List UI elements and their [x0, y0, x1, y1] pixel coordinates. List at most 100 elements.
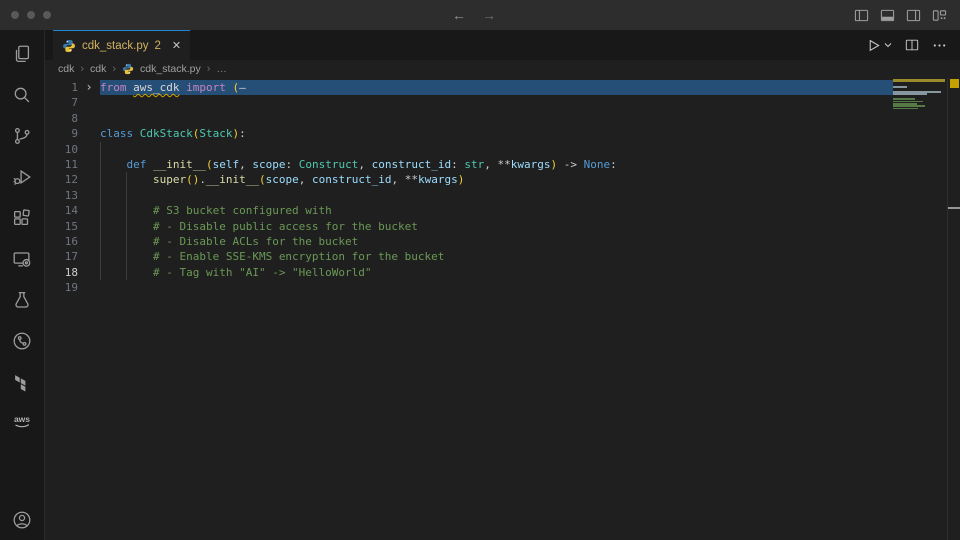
code-line-row: 16 # - Disable ACLs for the bucket — [45, 234, 893, 249]
code-line-row: 15 # - Disable public access for the buc… — [45, 219, 893, 234]
breadcrumb-item[interactable]: cdk_stack.py — [140, 63, 201, 75]
indent-guide — [126, 265, 127, 280]
minimap[interactable] — [893, 79, 947, 540]
code-line[interactable]: # - Disable ACLs for the bucket — [100, 234, 893, 249]
code-line[interactable] — [100, 111, 893, 126]
code-line[interactable] — [100, 188, 893, 203]
line-number: 1 — [45, 80, 78, 95]
fold-gutter — [78, 95, 100, 110]
git-graph-circle-icon[interactable] — [0, 320, 44, 361]
code-line[interactable]: # - Tag with "AI" -> "HelloWorld" — [100, 265, 893, 280]
fold-gutter — [78, 126, 100, 141]
tab-close-icon[interactable]: ✕ — [172, 39, 181, 52]
code-token: scope — [266, 173, 299, 186]
extensions-icon[interactable] — [0, 197, 44, 238]
minimap-line — [893, 93, 927, 95]
overview-ruler — [948, 78, 960, 540]
tab-label: cdk_stack.py — [82, 40, 148, 52]
code-line-row: 19 — [45, 280, 893, 295]
toggle-primary-sidebar-icon[interactable] — [854, 8, 869, 23]
aws-icon[interactable]: aws — [0, 402, 44, 443]
indent-guide — [100, 157, 101, 172]
history-navigation: ← → — [452, 0, 496, 30]
code-line[interactable]: from aws_cdk import (– — [100, 80, 893, 95]
title-bar: ← → — [0, 0, 960, 30]
line-number: 17 — [45, 249, 78, 264]
code-token: , — [484, 158, 497, 171]
fold-gutter — [78, 111, 100, 126]
code-token: ** — [497, 158, 510, 171]
run-python-file-button[interactable] — [866, 38, 892, 53]
fold-gutter — [78, 157, 100, 172]
breadcrumb-item[interactable]: cdk — [58, 63, 74, 75]
code-token: self — [213, 158, 240, 171]
line-number: 10 — [45, 142, 78, 157]
python-icon — [122, 63, 134, 76]
fold-gutter — [78, 280, 100, 295]
run-and-debug-icon[interactable] — [0, 156, 44, 197]
code-line[interactable] — [100, 95, 893, 110]
close-window-button[interactable] — [11, 11, 19, 19]
toggle-panel-icon[interactable] — [880, 8, 895, 23]
minimap-line — [893, 86, 907, 88]
more-actions-icon[interactable] — [932, 38, 947, 53]
activity-bar: aws — [0, 30, 45, 540]
line-number: 14 — [45, 203, 78, 218]
testing-beaker-icon[interactable] — [0, 279, 44, 320]
toggle-secondary-sidebar-icon[interactable] — [906, 8, 921, 23]
code-line[interactable]: def __init__(self, scope: Construct, con… — [100, 157, 893, 172]
zoom-window-button[interactable] — [43, 11, 51, 19]
warning-marker — [950, 79, 959, 88]
customize-layout-icon[interactable] — [932, 8, 947, 23]
code-line[interactable]: # - Disable public access for the bucket — [100, 219, 893, 234]
line-number: 18 — [45, 265, 78, 280]
code-line-row: 8 — [45, 111, 893, 126]
indent-guide — [100, 219, 101, 234]
code-line[interactable]: # - Enable SSE-KMS encryption for the bu… — [100, 249, 893, 264]
fold-gutter — [78, 203, 100, 218]
code-token: . — [199, 173, 206, 186]
indent-guide — [126, 172, 127, 187]
breadcrumb-item[interactable]: cdk — [90, 63, 106, 75]
code-token: CdkStack — [140, 127, 193, 140]
go-forward-button[interactable]: → — [482, 8, 496, 22]
remote-explorer-icon[interactable] — [0, 238, 44, 279]
minimize-window-button[interactable] — [27, 11, 35, 19]
code-line[interactable]: super().__init__(scope, construct_id, **… — [100, 172, 893, 187]
indent-guide — [100, 172, 101, 187]
code-token: # - Tag with "AI" -> "HelloWorld" — [153, 266, 372, 279]
indent-guide — [126, 234, 127, 249]
svg-text:aws: aws — [14, 414, 30, 424]
fold-chevron-icon[interactable]: › — [78, 80, 100, 95]
source-control-icon[interactable] — [0, 115, 44, 156]
split-editor-icon[interactable] — [905, 38, 919, 52]
breadcrumb-item[interactable]: … — [216, 63, 227, 75]
code-token: : — [239, 127, 246, 140]
code-line-row: 7 — [45, 95, 893, 110]
indent-guide — [100, 203, 101, 218]
fold-gutter — [78, 219, 100, 234]
go-back-button[interactable]: ← — [452, 8, 466, 22]
code-token: Construct — [299, 158, 359, 171]
code-line[interactable] — [100, 280, 893, 295]
terraform-icon[interactable] — [0, 361, 44, 402]
fold-gutter — [78, 142, 100, 157]
tab-cdk-stack-py[interactable]: cdk_stack.py 2 ✕ — [53, 30, 190, 60]
indent-guide — [100, 249, 101, 264]
account-icon[interactable] — [0, 499, 44, 540]
line-number: 9 — [45, 126, 78, 141]
code-line-row: 11 def __init__(self, scope: Construct, … — [45, 157, 893, 172]
code-token: super — [153, 173, 186, 186]
vscode-window: ← → — [0, 0, 960, 540]
fold-gutter — [78, 172, 100, 187]
code-token: scope — [252, 158, 285, 171]
code-line[interactable]: class CdkStack(Stack): — [100, 126, 893, 141]
search-icon[interactable] — [0, 74, 44, 115]
line-number: 11 — [45, 157, 78, 172]
code-line[interactable] — [100, 142, 893, 157]
breadcrumb-separator-icon: › — [207, 63, 211, 75]
explorer-icon[interactable] — [0, 33, 44, 74]
code-editor[interactable]: 1›from aws_cdk import (–789 class CdkStac… — [45, 78, 960, 540]
code-token: construct_id — [312, 173, 391, 186]
code-line[interactable]: # S3 bucket configured with — [100, 203, 893, 218]
